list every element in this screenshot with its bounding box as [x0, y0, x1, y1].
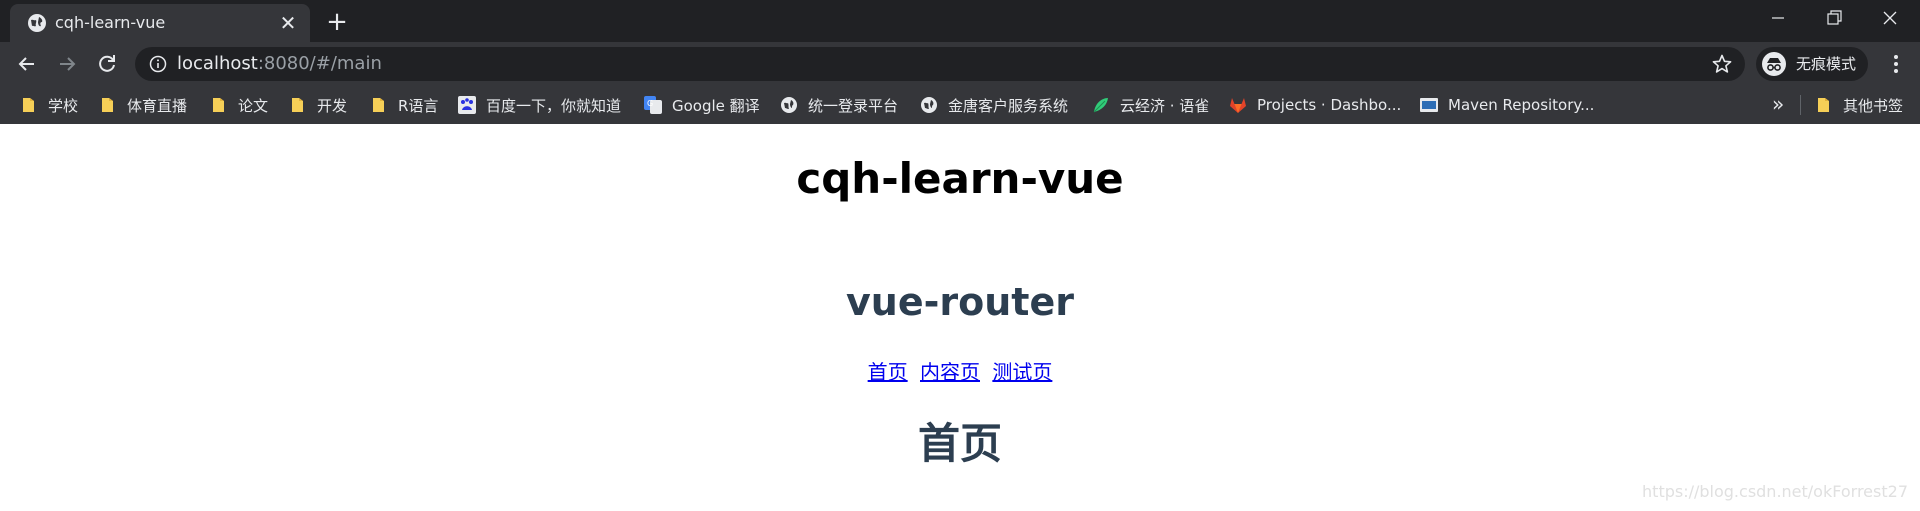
minimize-icon[interactable] — [1750, 0, 1806, 40]
url-host: localhost — [177, 53, 258, 74]
bookmark-item[interactable]: R语言 — [370, 86, 438, 124]
bookmark-label: Projects · Dashbo... — [1257, 96, 1402, 114]
address-bar[interactable]: localhost:8080/#/main — [135, 47, 1745, 81]
bookmark-item[interactable]: 统一登录平台 — [780, 86, 898, 124]
bookmark-item[interactable]: 学校 — [20, 86, 78, 124]
bookmark-label: 论文 — [238, 96, 269, 115]
folder-icon — [1818, 98, 1829, 112]
bookmark-label: 开发 — [317, 96, 348, 115]
router-heading: vue-router — [846, 280, 1074, 324]
folder-icon — [213, 98, 224, 112]
nav-link-home[interactable]: 首页 — [868, 360, 908, 384]
nav-link-content[interactable]: 内容页 — [920, 360, 980, 384]
bookmarks-bar: 学校 体育直播 论文 开发 R语言 百度一下，你就知道 G Google 翻译 … — [0, 86, 1920, 124]
bookmark-label: R语言 — [398, 96, 439, 115]
more-menu-icon[interactable] — [1884, 52, 1908, 76]
bookmark-item[interactable]: Maven Repository... — [1420, 86, 1594, 124]
baidu-icon — [458, 96, 476, 114]
folder-icon — [373, 98, 384, 112]
forward-icon[interactable] — [52, 49, 82, 79]
bookmark-item[interactable]: 论文 — [210, 86, 268, 124]
folder-icon — [102, 98, 113, 112]
bookmarks-divider — [1800, 95, 1801, 115]
new-tab-button[interactable]: + — [322, 8, 352, 36]
globe-icon — [921, 97, 937, 113]
maven-icon — [1420, 98, 1438, 112]
bookmark-item[interactable]: Projects · Dashbo... — [1229, 86, 1401, 124]
incognito-icon — [1762, 52, 1786, 76]
app-title: cqh-learn-vue — [796, 154, 1124, 203]
bookmark-star-icon[interactable] — [1711, 53, 1733, 75]
bookmark-item[interactable]: 百度一下，你就知道 — [458, 86, 621, 124]
svg-text:G: G — [647, 99, 653, 108]
tab-strip: cqh-learn-vue ✕ + — [0, 0, 1920, 42]
globe-icon — [781, 97, 797, 113]
bookmark-label: Maven Repository... — [1448, 96, 1595, 114]
other-bookmarks[interactable]: 其他书签 — [1815, 86, 1903, 124]
google-translate-icon: G — [644, 96, 662, 114]
watermark: https://blog.csdn.net/okForrest27 — [1642, 482, 1908, 501]
bookmark-label: Google 翻译 — [672, 96, 760, 115]
folder-icon — [23, 98, 34, 112]
restore-icon[interactable] — [1806, 0, 1862, 40]
globe-icon — [28, 14, 46, 32]
nav-link-test[interactable]: 测试页 — [992, 360, 1052, 384]
browser-toolbar: localhost:8080/#/main 无痕模式 — [0, 42, 1920, 86]
folder-icon — [292, 98, 303, 112]
close-window-icon[interactable] — [1862, 0, 1918, 40]
incognito-label: 无痕模式 — [1796, 55, 1857, 73]
bookmark-label: 百度一下，你就知道 — [486, 96, 622, 115]
bookmark-label: 学校 — [48, 96, 79, 115]
back-icon[interactable] — [12, 49, 42, 79]
bookmark-item[interactable]: 金唐客户服务系统 — [920, 86, 1068, 124]
url-path: :8080/#/main — [257, 53, 382, 74]
bookmark-label: 体育直播 — [127, 96, 188, 115]
browser-tab[interactable]: cqh-learn-vue ✕ — [10, 4, 310, 42]
bookmark-item[interactable]: G Google 翻译 — [644, 86, 760, 124]
bookmark-label: 金唐客户服务系统 — [948, 96, 1069, 115]
bookmark-item[interactable]: 云经济 · 语雀 — [1092, 86, 1209, 124]
other-bookmarks-label: 其他书签 — [1843, 96, 1904, 115]
info-icon[interactable] — [149, 55, 167, 73]
bookmark-item[interactable]: 体育直播 — [99, 86, 187, 124]
incognito-indicator[interactable]: 无痕模式 — [1756, 47, 1868, 81]
reload-icon[interactable] — [92, 49, 122, 79]
yuque-icon — [1093, 98, 1108, 113]
gitlab-icon — [1230, 98, 1246, 113]
router-nav: 首页 内容页 测试页 — [0, 356, 1920, 385]
close-tab-icon[interactable]: ✕ — [276, 11, 300, 35]
router-view-title: 首页 — [917, 419, 1002, 468]
more-bookmarks-chevron-icon[interactable]: » — [1772, 86, 1784, 124]
bookmark-label: 云经济 · 语雀 — [1120, 96, 1210, 115]
url-text[interactable]: localhost:8080/#/main — [177, 47, 382, 81]
bookmark-item[interactable]: 开发 — [289, 86, 347, 124]
tab-title: cqh-learn-vue — [55, 13, 166, 32]
page-content: cqh-learn-vue vue-router 首页 内容页 测试页 首页 h… — [0, 124, 1920, 511]
bookmark-label: 统一登录平台 — [808, 96, 899, 115]
